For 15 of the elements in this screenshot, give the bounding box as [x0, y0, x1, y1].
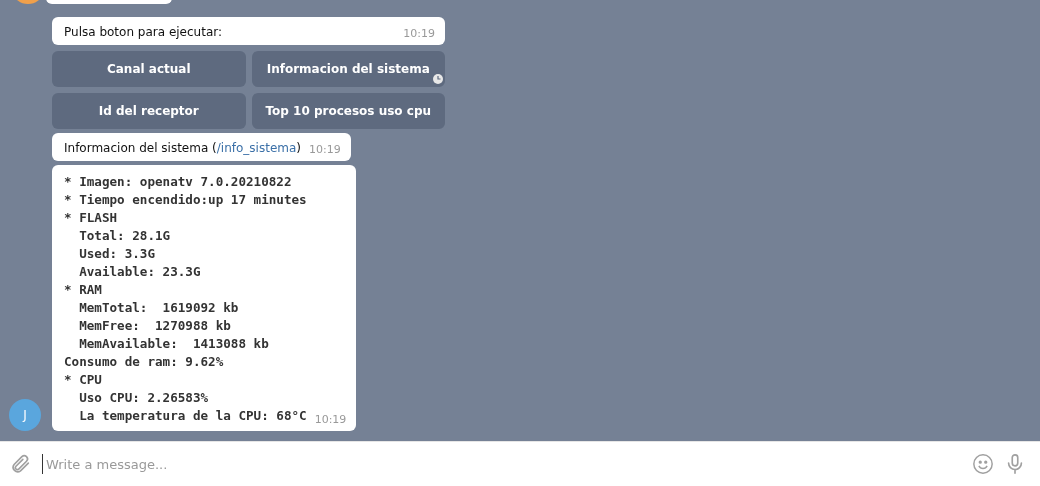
inline-button[interactable]: Informacion del sistema	[251, 51, 445, 87]
inline-button[interactable]: Id del receptor	[52, 93, 246, 129]
message-time: 10:19	[314, 413, 347, 426]
message-time: 10:19	[403, 27, 435, 40]
message-text: Pulsa boton para ejecutar:	[64, 25, 222, 39]
user-avatar: J	[9, 399, 41, 431]
emoji-icon[interactable]	[972, 453, 994, 475]
message-time: 10:19	[309, 143, 341, 156]
inline-button[interactable]: Top 10 procesos uso cpu	[251, 93, 445, 129]
command-link[interactable]: /info_sistema	[216, 141, 297, 155]
system-info-text: * Imagen: openatv 7.0.20210822 * Tiempo encendido:up 17 minutes * FLASH Total: 28.1G Used: 3.3G Available: 23.3G * RAM MemTotal: 1619092 kb MemFree: 1270988 kb MemAvailable: 1413088 kb Consumo de ram: 9.62% * CPU Uso CPU: 2.26583% La temperatura de la CPU: 68°C	[64, 173, 307, 425]
paperclip-icon[interactable]	[10, 453, 32, 475]
message-text: Informacion del sistema (/info_sistema)	[64, 141, 301, 155]
inline-button[interactable]: Canal actual	[52, 51, 246, 87]
clock-icon	[433, 74, 443, 84]
